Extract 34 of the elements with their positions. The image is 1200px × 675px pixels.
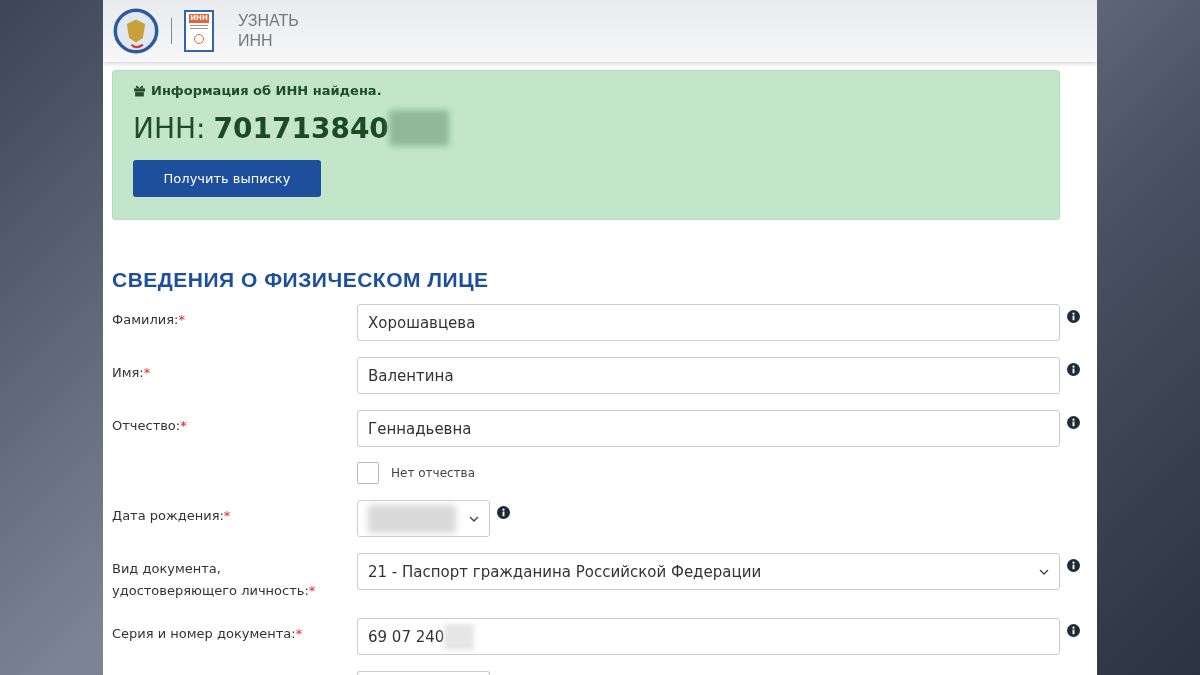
field-label: Фамилия:* xyxy=(112,311,186,329)
chevron-down-icon xyxy=(1039,569,1049,575)
info-icon[interactable] xyxy=(497,506,510,519)
alert-message: Информация об ИНН найдена. xyxy=(151,83,382,98)
field-label: Вид документа, удостоверяющего личность:* xyxy=(112,560,317,600)
field-label: Серия и номер документа:* xyxy=(112,625,304,643)
select-field[interactable]: 21 - Паспорт гражданина Российской Федерации xyxy=(357,553,1060,590)
field-value: Валентина xyxy=(368,366,454,385)
chevron-down-icon xyxy=(469,515,479,522)
site-title[interactable]: УЗНАТЬ ИНН xyxy=(238,11,299,51)
info-icon[interactable] xyxy=(1067,363,1080,376)
get-extract-button[interactable]: Получить выписку xyxy=(133,160,321,197)
field-label: Отчество:* xyxy=(112,417,188,435)
checkbox-label[interactable]: Нет отчества xyxy=(391,466,476,480)
info-icon[interactable] xyxy=(1067,416,1080,429)
emblem-icon xyxy=(113,8,159,54)
inn-value: 701713840 xyxy=(213,111,389,145)
field-value: 69 07 240 xyxy=(368,627,445,646)
input-field[interactable]: Валентина xyxy=(357,357,1060,394)
field-value: Хорошавцева xyxy=(368,313,476,332)
field-label: Имя:* xyxy=(112,364,152,382)
section-heading: СВЕДЕНИЯ О ФИЗИЧЕСКОМ ЛИЦЕ xyxy=(112,268,490,292)
input-field[interactable]: Геннадьевна xyxy=(357,410,1060,447)
info-icon[interactable] xyxy=(1067,310,1080,323)
input-field[interactable]: 69 07 240 xyxy=(357,618,1060,655)
field-label: Дата рождения:* xyxy=(112,507,232,525)
field-value: Геннадьевна xyxy=(368,419,472,438)
field-value: 21 - Паспорт гражданина Российской Федерации xyxy=(368,562,762,581)
checkbox[interactable] xyxy=(357,462,379,484)
info-icon[interactable] xyxy=(1067,624,1080,637)
info-icon[interactable] xyxy=(1067,559,1080,572)
input-field[interactable]: Хорошавцева xyxy=(357,304,1060,341)
inn-label: ИНН: xyxy=(133,111,206,145)
gift-icon xyxy=(133,84,146,97)
